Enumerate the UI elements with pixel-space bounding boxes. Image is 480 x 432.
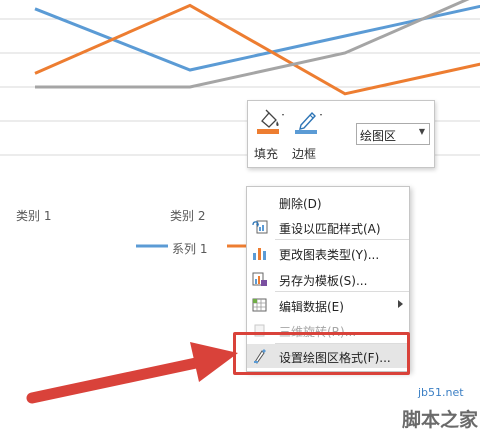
menu-item-label: 编辑数据(E) xyxy=(279,300,344,314)
menu-item-label: 重设以匹配样式(A) xyxy=(279,222,381,236)
watermark-url: jb51.net xyxy=(418,386,464,399)
reset-style-icon xyxy=(252,220,268,234)
annotation-highlight-box xyxy=(233,332,410,375)
menu-item-delete[interactable]: 删除(D) xyxy=(247,190,409,214)
outline-button[interactable]: 边框 xyxy=(292,105,322,165)
paint-bucket-icon xyxy=(257,109,284,134)
chart-type-icon xyxy=(253,248,266,260)
edit-data-icon xyxy=(252,298,267,312)
fill-button[interactable]: 填充 xyxy=(254,105,284,165)
x-tick-label: 类别 2 xyxy=(170,209,206,223)
series-line-1[interactable] xyxy=(34,2,480,72)
menu-item-reset-style[interactable]: 重设以匹配样式(A) xyxy=(247,215,409,239)
menu-separator xyxy=(275,239,409,240)
menu-item-edit-data[interactable]: 编辑数据(E) xyxy=(247,293,409,317)
excel-chart-context-view: 类别 1 类别 2 系列 1 填充 边框 绘图区 ▼ 删除(D) 重设以匹配样式… xyxy=(0,0,480,431)
outline-label: 边框 xyxy=(292,147,317,161)
menu-item-change-chart-type[interactable]: 更改图表类型(Y)... xyxy=(247,241,409,265)
menu-item-label: 更改图表类型(Y)... xyxy=(279,248,380,262)
chevron-right-icon xyxy=(398,300,403,308)
chevron-down-icon: ▼ xyxy=(418,127,425,136)
menu-item-label: 另存为模板(S)... xyxy=(279,274,368,288)
menu-item-label: 删除(D) xyxy=(279,197,322,211)
watermark-brand: 脚本之家 xyxy=(402,409,479,431)
menu-separator xyxy=(275,291,409,292)
menu-item-save-as-template[interactable]: 另存为模板(S)... xyxy=(247,267,409,291)
pen-outline-icon xyxy=(295,111,322,134)
fill-label: 填充 xyxy=(254,147,279,161)
legend-label-series-1: 系列 1 xyxy=(172,242,208,256)
chart-series xyxy=(34,0,480,96)
chart-element-dropdown[interactable]: 绘图区 ▼ xyxy=(356,123,430,145)
x-tick-label: 类别 1 xyxy=(16,209,52,223)
chart-element-value: 绘图区 xyxy=(360,129,397,143)
save-template-icon xyxy=(252,272,267,286)
mini-format-toolbar: 填充 边框 绘图区 ▼ xyxy=(247,100,435,168)
